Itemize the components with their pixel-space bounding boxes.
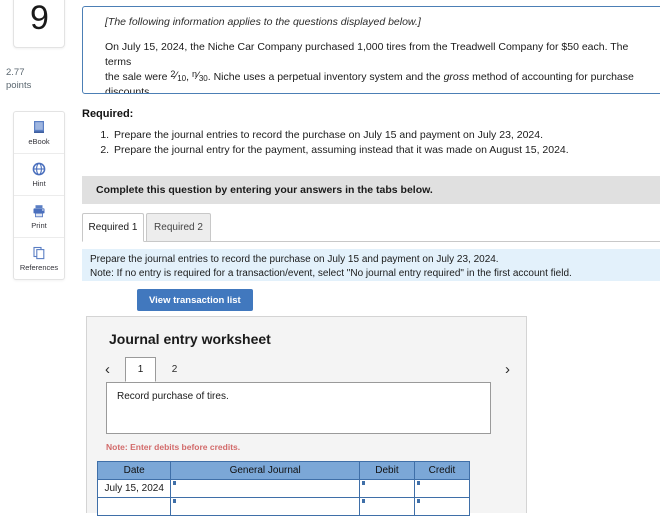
tab-required-1-label: Required 1	[88, 222, 138, 233]
references-label: References	[19, 263, 59, 272]
instruction-line-2: Note: If no entry is required for a tran…	[90, 268, 572, 279]
question-number-box: 9	[13, 0, 65, 48]
term1-denominator: 10	[177, 74, 187, 83]
next-page-arrow-icon[interactable]: ›	[505, 360, 510, 380]
worksheet-title: Journal entry worksheet	[109, 331, 271, 347]
term-n-30: n⁄30	[191, 69, 208, 83]
journal-entry-header-row: Date General Journal Debit Credit	[96, 461, 471, 480]
question-number: 9	[30, 0, 49, 37]
required-list: Prepare the journal entries to record th…	[82, 128, 660, 158]
cell-credit-row-1[interactable]	[413, 479, 471, 498]
hint-button[interactable]: Hint	[14, 154, 64, 196]
points-display: 2.77 points	[6, 66, 31, 92]
term2-denominator: 30	[198, 74, 208, 83]
cell-debit-row-1[interactable]	[358, 479, 415, 498]
references-button[interactable]: References	[14, 238, 64, 279]
worksheet-debits-note: Note: Enter debits before credits.	[106, 442, 241, 452]
question-main-panel: [The following information applies to th…	[74, 0, 660, 516]
hint-globe-icon	[31, 161, 47, 177]
column-header-general-journal: General Journal	[170, 461, 360, 480]
complete-question-text: Complete this question by entering your …	[96, 184, 433, 196]
complete-question-banner: Complete this question by entering your …	[82, 176, 660, 204]
tab-required-2-label: Required 2	[154, 222, 203, 233]
scenario-line2-post-a: . Niche uses a perpetual inventory syste…	[207, 71, 441, 83]
column-header-credit: Credit	[413, 461, 471, 480]
references-copy-icon	[31, 245, 47, 261]
tab-required-1[interactable]: Required 1	[82, 213, 144, 242]
term2-numerator: n	[191, 69, 197, 79]
tab-required-2[interactable]: Required 2	[146, 213, 211, 242]
ebook-label: eBook	[28, 137, 50, 146]
cell-date-row-1[interactable]: July 15, 2024	[96, 479, 172, 498]
print-button[interactable]: Print	[14, 196, 64, 238]
worksheet-page-1[interactable]: 1	[125, 357, 156, 382]
term1-numerator: 2	[170, 69, 176, 79]
requirement-instruction-band: Prepare the journal entries to record th…	[82, 249, 660, 281]
scenario-line2-pre: the sale were	[105, 71, 168, 83]
ebook-button[interactable]: eBook	[14, 112, 64, 154]
required-heading: Required:	[82, 108, 134, 120]
scenario-applies-note: [The following information applies to th…	[105, 16, 421, 28]
hint-label: Hint	[32, 179, 46, 188]
worksheet-pager: ‹ 1 2 ›	[105, 357, 510, 383]
instruction-line-1: Prepare the journal entries to record th…	[90, 254, 499, 265]
table-row: July 15, 2024	[96, 479, 471, 498]
cell-general-journal-row-1[interactable]	[170, 479, 360, 498]
worksheet-description-text: Record purchase of tires.	[117, 391, 229, 402]
scenario-line1: On July 15, 2024, the Niche Car Company …	[105, 41, 629, 68]
column-header-date: Date	[96, 461, 172, 480]
prev-page-arrow-icon[interactable]: ‹	[105, 360, 110, 380]
term-2-10: 2⁄10	[170, 69, 187, 83]
printer-icon	[31, 203, 47, 219]
tool-button-stack: eBook Hint Print References	[13, 111, 65, 280]
required-item-2: Prepare the journal entry for the paymen…	[112, 143, 660, 158]
required-item-1: Prepare the journal entries to record th…	[112, 128, 660, 143]
scenario-info-box: [The following information applies to th…	[82, 6, 660, 94]
ebook-icon	[31, 119, 47, 135]
column-header-debit: Debit	[358, 461, 415, 480]
points-value: 2.77	[6, 67, 25, 78]
print-label: Print	[31, 221, 47, 230]
points-label: points	[6, 80, 32, 91]
scenario-gross-emphasis: gross	[443, 71, 470, 83]
scenario-body: On July 15, 2024, the Niche Car Company …	[105, 40, 653, 94]
worksheet-page-2[interactable]: 2	[159, 357, 190, 382]
scenario-line3: discounts.	[105, 86, 153, 94]
question-sidebar: 9 2.77 points eBook Hint Print Reference…	[0, 0, 74, 513]
scenario-line2-post-b: method of accounting for purchase	[472, 71, 634, 83]
requirement-tabs: Required 1 Required 2	[82, 212, 660, 242]
journal-entry-worksheet-panel: Journal entry worksheet ‹ 1 2 › Record p…	[86, 316, 527, 516]
journal-entry-table: Date General Journal Debit Credit July 1…	[96, 461, 471, 516]
worksheet-entry-description: Record purchase of tires.	[106, 382, 491, 434]
view-transaction-list-button[interactable]: View transaction list	[137, 289, 253, 311]
